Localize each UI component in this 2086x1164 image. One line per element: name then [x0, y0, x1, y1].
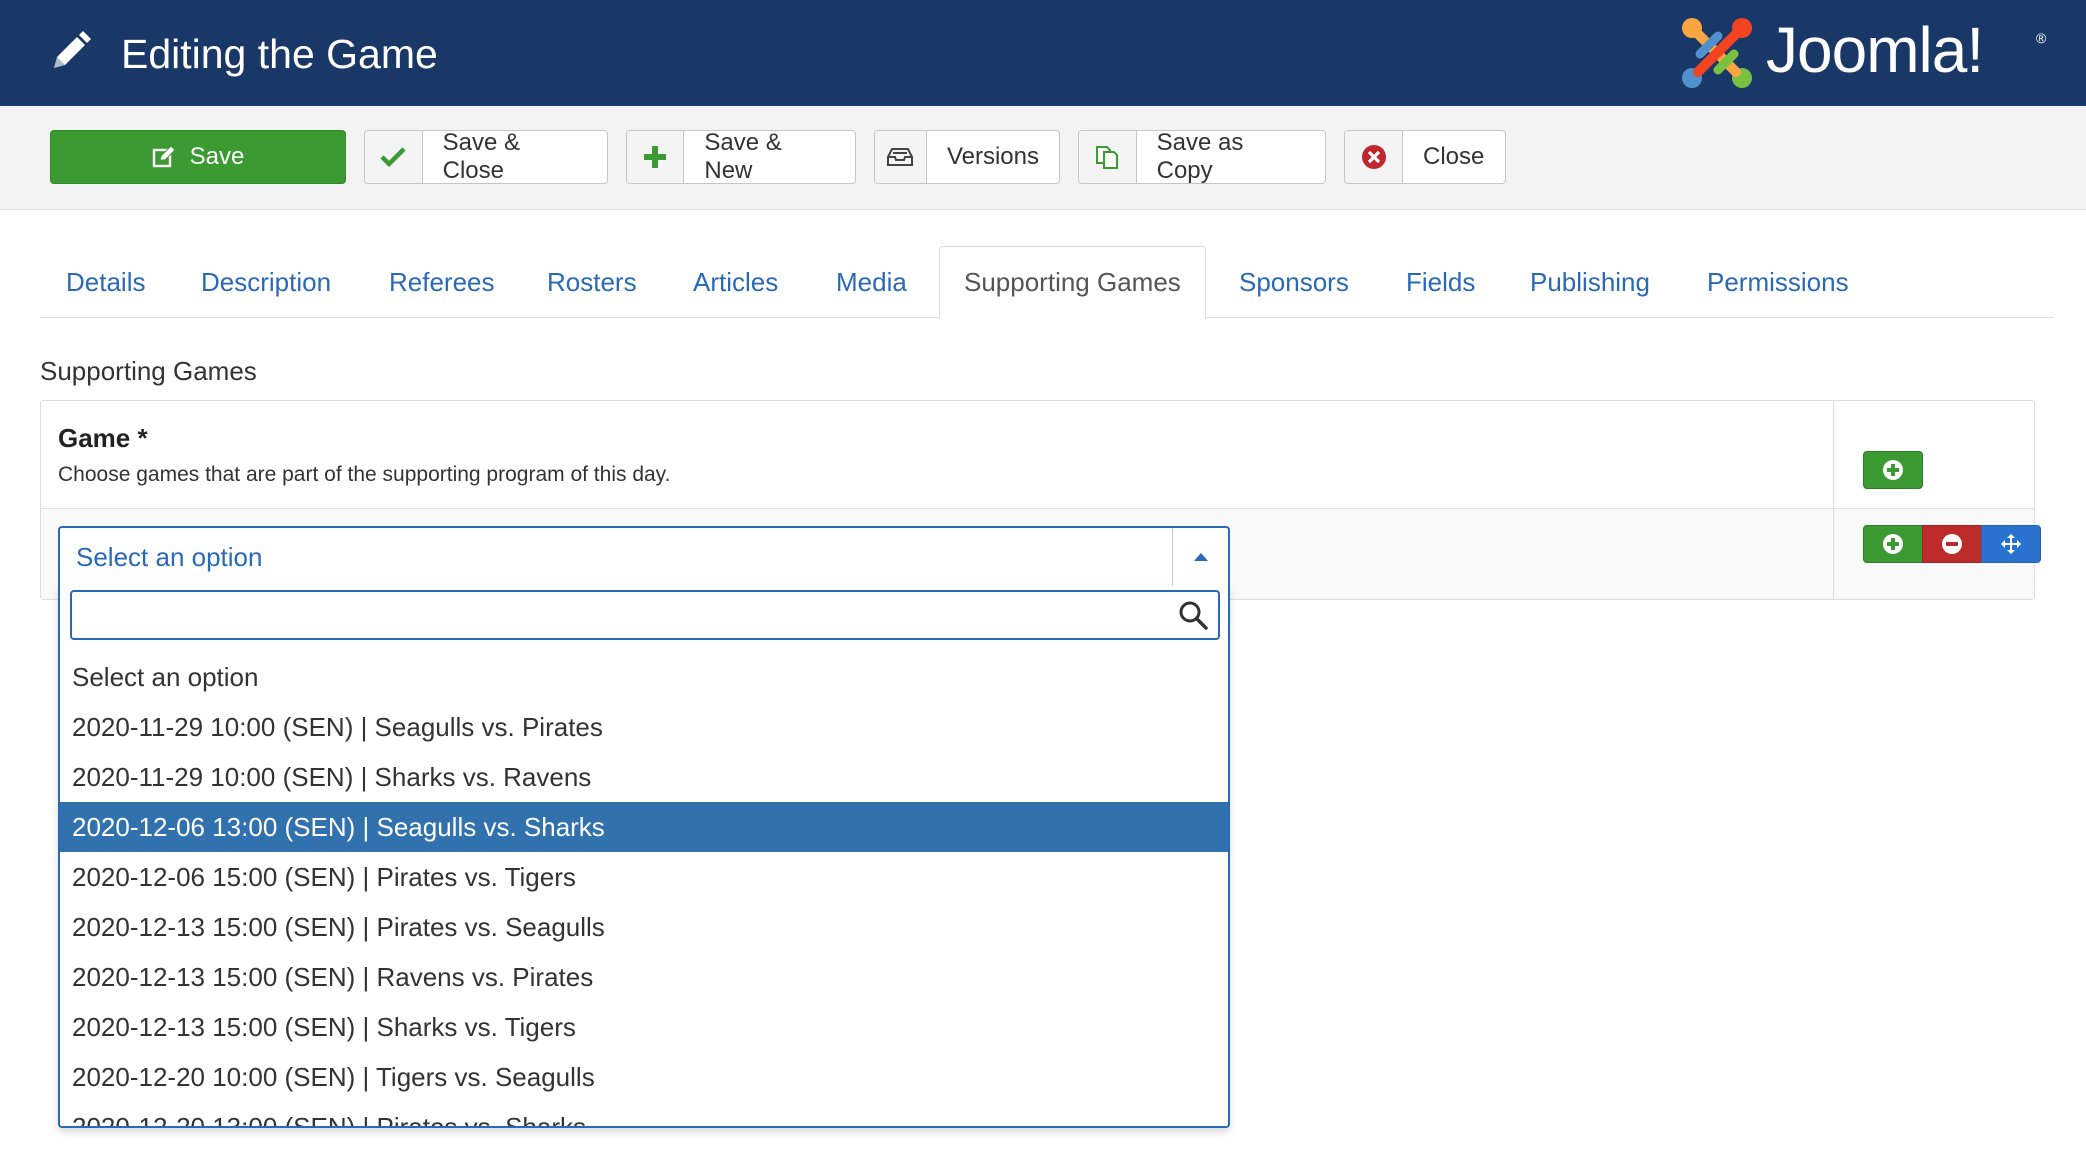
caret-up-icon: [1193, 553, 1208, 561]
tab-rosters[interactable]: Rosters: [547, 246, 637, 318]
plus-circle-icon: [1883, 460, 1903, 480]
archive-icon: [887, 148, 914, 166]
select-option[interactable]: 2020-12-13 15:00 (SEN) | Pirates vs. Sea…: [60, 902, 1228, 952]
move-icon: [2001, 534, 2021, 554]
select-option[interactable]: Select an option: [60, 652, 1228, 702]
tab-articles[interactable]: Articles: [693, 246, 778, 318]
remove-row-button[interactable]: [1922, 525, 1982, 563]
edit-icon: [152, 145, 176, 168]
versions-label: Versions: [946, 143, 1039, 170]
page: Editing the Game Joomla! ® Save Save & C…: [0, 0, 2086, 1164]
subform-header: Game * Choose games that are part of the…: [41, 401, 1834, 509]
save-copy-button[interactable]: Save as Copy: [1078, 129, 1326, 184]
minus-circle-icon: [1942, 534, 1962, 554]
close-button[interactable]: Close: [1344, 130, 1506, 184]
tab-details[interactable]: Details: [66, 246, 145, 318]
close-label: Close: [1423, 143, 1485, 170]
search-icon: [1179, 601, 1208, 630]
page-title: Editing the Game: [121, 31, 438, 77]
versions-button[interactable]: Versions: [874, 130, 1060, 184]
game-select-dropdown: Select an option 2020-11-29 10:00 (SEN) …: [58, 586, 1230, 1128]
game-select-value: Select an option: [76, 542, 263, 572]
field-description: Choose games that are part of the suppor…: [58, 463, 671, 486]
logo-registered: ®: [2036, 30, 2047, 46]
copy-icon: [1096, 146, 1119, 169]
select-option[interactable]: 2020-12-13 15:00 (SEN) | Sharks vs. Tige…: [60, 1002, 1228, 1052]
game-select[interactable]: Select an option: [58, 526, 1230, 588]
joomla-logo-icon: [1682, 18, 1752, 88]
joomla-logo: Joomla! ®: [1678, 14, 2058, 92]
tab-bar: Details Description Referees Rosters Art…: [40, 246, 2054, 319]
add-row-button[interactable]: [1863, 451, 1923, 489]
add-after-button[interactable]: [1863, 525, 1923, 563]
tab-media[interactable]: Media: [836, 246, 907, 318]
save-new-button[interactable]: Save & New: [626, 129, 856, 184]
tab-sponsors[interactable]: Sponsors: [1239, 246, 1349, 318]
tab-supporting-games[interactable]: Supporting Games: [939, 246, 1206, 319]
select-option[interactable]: 2020-12-13 15:00 (SEN) | Ravens vs. Pira…: [60, 952, 1228, 1002]
options-list: Select an option 2020-11-29 10:00 (SEN) …: [60, 652, 1228, 1126]
subform-row-actions: [1834, 509, 2041, 599]
save-new-label: Save & New: [704, 129, 782, 184]
tab-fields[interactable]: Fields: [1406, 246, 1475, 318]
tab-referees[interactable]: Referees: [389, 246, 495, 318]
select-option[interactable]: 2020-12-20 13:00 (SEN) | Pirates vs. Sha…: [60, 1102, 1228, 1126]
select-option-highlighted[interactable]: 2020-12-06 13:00 (SEN) | Seagulls vs. Sh…: [60, 802, 1228, 852]
logo-wordmark: Joomla!: [1766, 14, 1984, 86]
move-row-handle[interactable]: [1981, 525, 2041, 563]
select-option[interactable]: 2020-12-06 15:00 (SEN) | Pirates vs. Tig…: [60, 852, 1228, 902]
dropdown-search-input[interactable]: [72, 592, 1162, 638]
check-icon: [380, 147, 406, 168]
field-label: Game *: [58, 423, 148, 453]
tab-publishing[interactable]: Publishing: [1530, 246, 1650, 318]
tab-description[interactable]: Description: [201, 246, 331, 318]
save-close-label: Save & Close: [442, 129, 520, 184]
select-option[interactable]: 2020-11-29 10:00 (SEN) | Seagulls vs. Pi…: [60, 702, 1228, 752]
toolbar: Save Save & Close Save & New Versions Sa…: [0, 106, 2086, 210]
pencil-icon: [54, 31, 91, 68]
dropdown-search: [70, 590, 1220, 640]
tab-permissions[interactable]: Permissions: [1707, 246, 1849, 318]
select-option[interactable]: 2020-11-29 10:00 (SEN) | Sharks vs. Rave…: [60, 752, 1228, 802]
save-copy-label: Save as Copy: [1156, 129, 1244, 184]
section-title: Supporting Games: [40, 356, 257, 386]
save-button[interactable]: Save: [50, 130, 346, 184]
plus-icon: [644, 146, 667, 168]
save-close-button[interactable]: Save & Close: [364, 129, 608, 184]
subform-header-actions: [1834, 401, 2034, 509]
cancel-circle-icon: [1361, 145, 1386, 169]
app-header: Editing the Game Joomla! ®: [0, 0, 2086, 106]
select-option[interactable]: 2020-12-20 10:00 (SEN) | Tigers vs. Seag…: [60, 1052, 1228, 1102]
save-button-label: Save: [189, 143, 245, 170]
plus-circle-icon: [1883, 534, 1903, 554]
